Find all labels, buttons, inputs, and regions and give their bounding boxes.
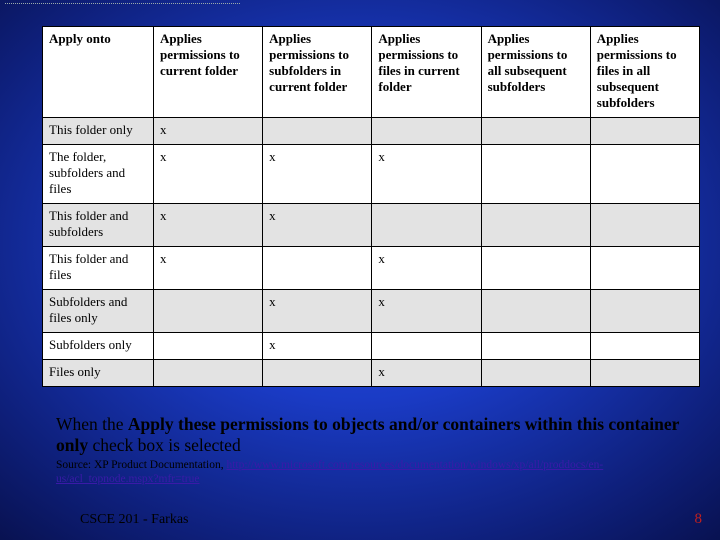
table-row: Files only x [43, 360, 700, 387]
row-label: This folder only [43, 118, 154, 145]
cell [590, 360, 699, 387]
slide-number: 8 [695, 511, 703, 528]
header-col1: Applies permissions to current folder [153, 27, 262, 118]
cell [590, 247, 699, 290]
source-citation: Source: XP Product Documentation, http:/… [56, 458, 700, 487]
row-label: The folder, subfolders and files [43, 145, 154, 204]
header-col3: Applies permissions to files in current … [372, 27, 481, 118]
header-col2: Applies permissions to subfolders in cur… [263, 27, 372, 118]
cell [481, 333, 590, 360]
cell: x [372, 145, 481, 204]
table-row: This folder and files x x [43, 247, 700, 290]
cell [372, 333, 481, 360]
cell [590, 290, 699, 333]
cell: x [263, 290, 372, 333]
row-label: Subfolders only [43, 333, 154, 360]
header-apply-onto: Apply onto [43, 27, 154, 118]
cell: x [153, 204, 262, 247]
cell [481, 118, 590, 145]
cell [153, 360, 262, 387]
cell [481, 290, 590, 333]
table-header-row: Apply onto Applies permissions to curren… [43, 27, 700, 118]
cell [481, 247, 590, 290]
cell: x [153, 145, 262, 204]
cell: x [263, 204, 372, 247]
cell: x [263, 333, 372, 360]
cell: x [372, 247, 481, 290]
table-row: This folder and subfolders x x [43, 204, 700, 247]
cell [481, 204, 590, 247]
row-label: This folder and subfolders [43, 204, 154, 247]
cell [590, 145, 699, 204]
cell [153, 333, 262, 360]
cell [153, 290, 262, 333]
row-label: Files only [43, 360, 154, 387]
permissions-table-wrap: Apply onto Applies permissions to curren… [42, 26, 700, 387]
source-prefix: Source: XP Product Documentation, [56, 459, 226, 471]
cell [481, 360, 590, 387]
description-text: When the Apply these permissions to obje… [56, 414, 690, 455]
cell [263, 247, 372, 290]
table-row: This folder only x [43, 118, 700, 145]
cell: x [153, 118, 262, 145]
cell [263, 118, 372, 145]
cell [263, 360, 372, 387]
cell: x [263, 145, 372, 204]
cell [590, 204, 699, 247]
cell [590, 333, 699, 360]
desc-post: check box is selected [88, 435, 241, 455]
row-label: Subfolders and files only [43, 290, 154, 333]
cell [372, 118, 481, 145]
header-col5: Applies permissions to files in all subs… [590, 27, 699, 118]
decorative-line [5, 3, 240, 4]
header-col4: Applies permissions to all subsequent su… [481, 27, 590, 118]
cell: x [372, 290, 481, 333]
cell [590, 118, 699, 145]
permissions-table: Apply onto Applies permissions to curren… [42, 26, 700, 387]
cell [372, 204, 481, 247]
footer-course: CSCE 201 - Farkas [80, 512, 189, 528]
table-row: Subfolders only x [43, 333, 700, 360]
cell: x [372, 360, 481, 387]
cell [481, 145, 590, 204]
table-row: Subfolders and files only x x [43, 290, 700, 333]
desc-pre: When the [56, 414, 128, 434]
table-row: The folder, subfolders and files x x x [43, 145, 700, 204]
row-label: This folder and files [43, 247, 154, 290]
cell: x [153, 247, 262, 290]
